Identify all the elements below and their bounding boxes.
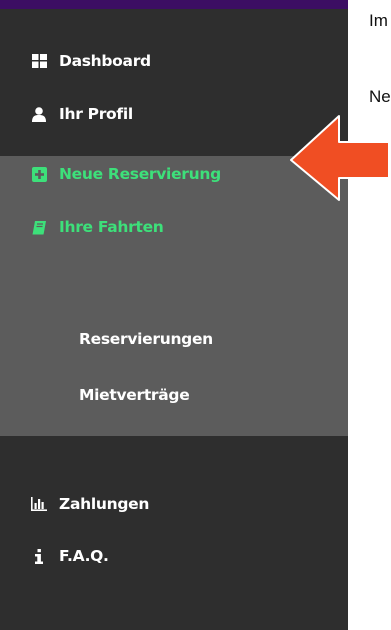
sidebar: Dashboard Ihr Profil Neue Reservierung I… bbox=[0, 0, 348, 630]
sidebar-item-faq[interactable]: F.A.Q. bbox=[0, 528, 348, 584]
sidebar-item-label: Ihre Fahrten bbox=[59, 218, 164, 236]
sidebar-item-label: Dashboard bbox=[59, 52, 151, 70]
sidebar-item-dashboard[interactable]: Dashboard bbox=[0, 33, 348, 89]
sub-item-reservations[interactable]: Reservierungen bbox=[79, 330, 213, 348]
bar-chart-icon bbox=[31, 496, 47, 512]
plus-square-icon bbox=[31, 166, 47, 182]
sidebar-item-label: Zahlungen bbox=[59, 495, 150, 513]
sidebar-item-label: F.A.Q. bbox=[59, 547, 109, 565]
orange-pointer-arrow bbox=[287, 110, 391, 206]
sidebar-item-label: Ihr Profil bbox=[59, 105, 133, 123]
top-accent-bar bbox=[0, 0, 348, 9]
sub-item-rental-contracts[interactable]: Mietverträge bbox=[79, 386, 190, 404]
content-text-line-2: Ne bbox=[369, 87, 391, 106]
info-icon bbox=[31, 548, 47, 564]
user-icon bbox=[31, 106, 47, 122]
sidebar-item-label: Neue Reservierung bbox=[59, 165, 221, 183]
sidebar-item-trips[interactable]: Ihre Fahrten bbox=[0, 199, 348, 255]
sidebar-item-payments[interactable]: Zahlungen bbox=[0, 476, 348, 532]
dashboard-grid-icon bbox=[31, 53, 47, 69]
book-icon bbox=[31, 219, 47, 235]
content-text-line-1: Im bbox=[369, 11, 388, 30]
